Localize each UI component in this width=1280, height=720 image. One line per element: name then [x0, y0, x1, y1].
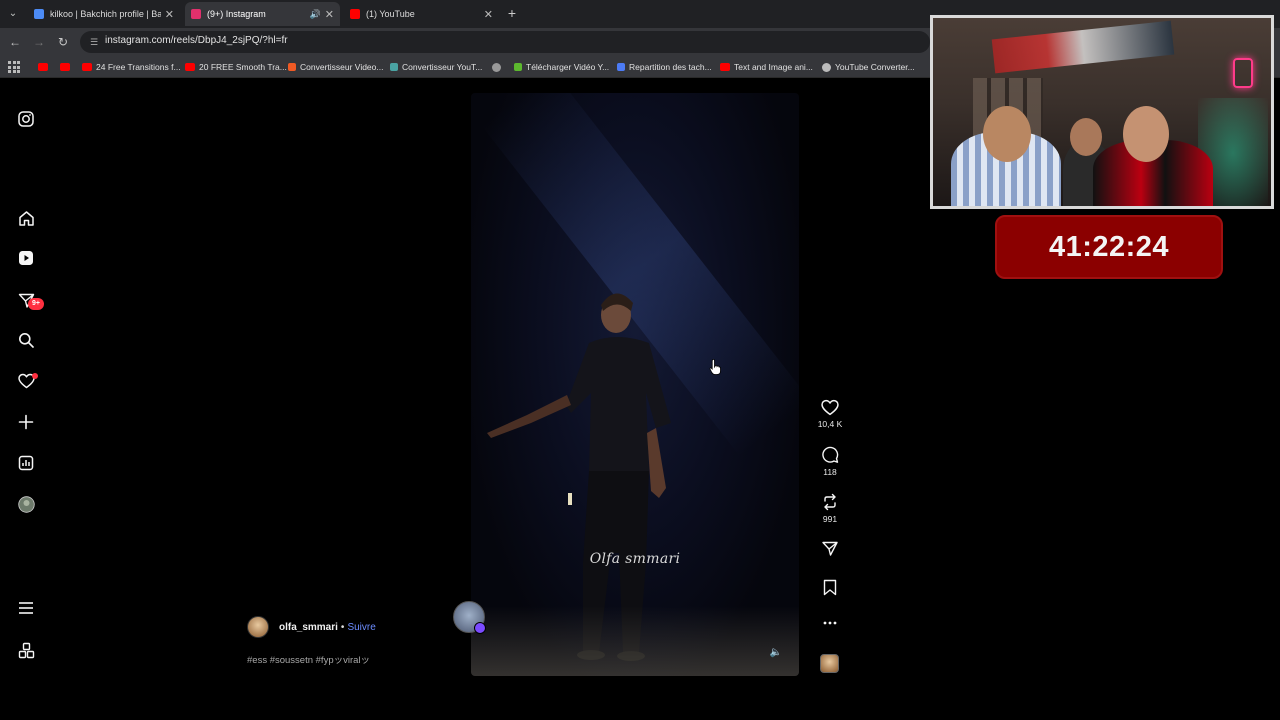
- reels-icon[interactable]: [16, 248, 36, 268]
- tab-close-icon[interactable]: ✕: [165, 8, 174, 21]
- youtube-icon: [82, 63, 92, 71]
- bookmark-youtube-1[interactable]: [38, 60, 52, 74]
- webcam-neon-sign: [1233, 58, 1253, 88]
- site-info-icon[interactable]: ☰: [88, 36, 100, 48]
- address-bar-url[interactable]: instagram.com/reels/DbpJ4_2sjPQ/?hl=fr: [105, 35, 288, 46]
- profile-avatar-icon[interactable]: [16, 494, 36, 514]
- create-plus-icon[interactable]: [16, 412, 36, 432]
- forward-arrow-icon[interactable]: →: [31, 34, 47, 50]
- dashboard-icon[interactable]: [16, 453, 36, 473]
- share-action[interactable]: [812, 540, 848, 557]
- youtube-icon: [60, 63, 70, 71]
- youtube-icon: [720, 63, 730, 71]
- messages-count-badge: 9+: [28, 298, 44, 310]
- bookmark-label: Télécharger Vidéo Y...: [526, 62, 610, 72]
- globe-icon: [492, 62, 501, 72]
- reel-caption[interactable]: #ess #soussetn #fypッviralッ: [247, 652, 370, 666]
- separator-dot: •: [340, 621, 345, 633]
- bookmark-20-free-smooth[interactable]: 20 FREE Smooth Tra...: [185, 60, 287, 74]
- address-bar[interactable]: ☰ instagram.com/reels/DbpJ4_2sjPQ/?hl=fr: [80, 31, 930, 53]
- bookmark-convertisseur-video[interactable]: Convertisseur Video...: [288, 60, 383, 74]
- stream-timer: 41:22:24: [995, 215, 1223, 279]
- browser-tab-instagram[interactable]: (9+) Instagram 🔊 ✕: [185, 2, 340, 26]
- bookmark-label: Convertisseur YouT...: [402, 62, 483, 72]
- bookmark-text-image-ani[interactable]: Text and Image ani...: [720, 60, 813, 74]
- speaker-icon[interactable]: 🔊: [310, 9, 321, 20]
- more-options-action[interactable]: [812, 620, 848, 626]
- speaker-mute-icon[interactable]: 🔈: [769, 646, 783, 660]
- bookmark-repartition-taches[interactable]: Repartition des tach...: [617, 60, 712, 74]
- bookmark-globe[interactable]: [492, 60, 505, 74]
- comment-count: 118: [823, 467, 837, 477]
- tab-close-icon[interactable]: ✕: [325, 8, 334, 21]
- converter-icon: [390, 63, 398, 71]
- tab-favicon-icon: [191, 9, 201, 19]
- bookmark-label: Text and Image ani...: [734, 62, 813, 72]
- docs-icon: [617, 63, 625, 71]
- bookmark-label: 20 FREE Smooth Tra...: [199, 62, 287, 72]
- original-audio-avatar[interactable]: [820, 654, 839, 673]
- comment-action[interactable]: 118: [812, 446, 848, 477]
- download-icon: [514, 63, 522, 71]
- performer-figure: [487, 293, 671, 661]
- tab-favicon-icon: [34, 9, 44, 19]
- bookmark-youtube-converter[interactable]: YouTube Converter...: [822, 60, 915, 74]
- bookmark-label: Repartition des tach...: [629, 62, 712, 72]
- repost-action[interactable]: 991: [812, 493, 848, 524]
- share-paper-plane-icon[interactable]: [821, 540, 839, 557]
- comment-bubble-icon[interactable]: [821, 446, 839, 464]
- webcam-overlay: [930, 15, 1274, 209]
- bookmark-youtube-2[interactable]: [60, 60, 74, 74]
- hand-cursor-icon: [709, 359, 721, 375]
- audio-disc-avatar[interactable]: [453, 601, 486, 634]
- repost-icon[interactable]: [821, 493, 839, 511]
- more-dots-icon[interactable]: [822, 620, 838, 626]
- search-icon[interactable]: [16, 330, 36, 350]
- reel-video[interactable]: Olfa smmari 🔈: [471, 93, 799, 676]
- streamer-right-head: [1123, 106, 1169, 162]
- tab-title: (1) YouTube: [366, 9, 415, 19]
- save-action[interactable]: [812, 579, 848, 596]
- menu-icon[interactable]: [16, 598, 36, 618]
- home-icon[interactable]: [16, 208, 36, 228]
- globe-icon: [822, 62, 831, 72]
- video-watermark-text: Olfa smmari: [589, 551, 681, 567]
- bookmark-telecharger-video[interactable]: Télécharger Vidéo Y...: [514, 60, 609, 74]
- youtube-icon: [38, 63, 48, 71]
- author-avatar[interactable]: [247, 616, 269, 638]
- z-logo-icon: [288, 63, 296, 71]
- instagram-logo-icon[interactable]: [16, 109, 36, 129]
- stage-floor: [471, 606, 799, 676]
- reel-author-row: olfa_smmari • Suivre: [247, 616, 376, 638]
- browser-tab-bakchich[interactable]: kilkoo | Bakchich profile | Bakchic ✕: [28, 2, 180, 26]
- follow-button[interactable]: Suivre: [347, 622, 375, 633]
- like-heart-icon[interactable]: [821, 399, 839, 416]
- more-apps-icon[interactable]: [16, 640, 36, 660]
- bookmark-label: Convertisseur Video...: [300, 62, 384, 72]
- browser-tab-youtube[interactable]: (1) YouTube ✕: [344, 2, 499, 26]
- like-count: 10,4 K: [817, 419, 843, 429]
- new-tab-plus-icon[interactable]: +: [505, 4, 519, 22]
- author-username[interactable]: olfa_smmari: [279, 622, 338, 633]
- reload-icon[interactable]: ↻: [55, 34, 71, 50]
- like-action[interactable]: 10,4 K: [812, 399, 848, 429]
- notification-dot: [32, 373, 38, 379]
- back-arrow-icon[interactable]: ←: [7, 34, 23, 50]
- bookmark-label: YouTube Converter...: [835, 62, 915, 72]
- streamer-left-head: [983, 106, 1031, 162]
- tab-favicon-icon: [350, 9, 360, 19]
- bookmark-convertisseur-youtube[interactable]: Convertisseur YouT...: [390, 60, 482, 74]
- apps-grid-icon[interactable]: [8, 61, 20, 73]
- bookmark-24-free-transitions[interactable]: 24 Free Transitions f...: [82, 60, 181, 74]
- tab-title: kilkoo | Bakchich profile | Bakchic: [50, 9, 161, 19]
- bookmark-save-icon[interactable]: [823, 579, 837, 596]
- bookmark-label: 24 Free Transitions f...: [96, 62, 181, 72]
- repost-count: 991: [822, 514, 838, 524]
- tab-title: (9+) Instagram: [207, 9, 266, 19]
- youtube-icon: [185, 63, 195, 71]
- audio-indicator-icon: [474, 622, 486, 634]
- tab-close-icon[interactable]: ✕: [484, 8, 493, 21]
- streamer-middle-head: [1070, 118, 1102, 156]
- tab-search-chevron-icon[interactable]: ⌄: [4, 5, 22, 23]
